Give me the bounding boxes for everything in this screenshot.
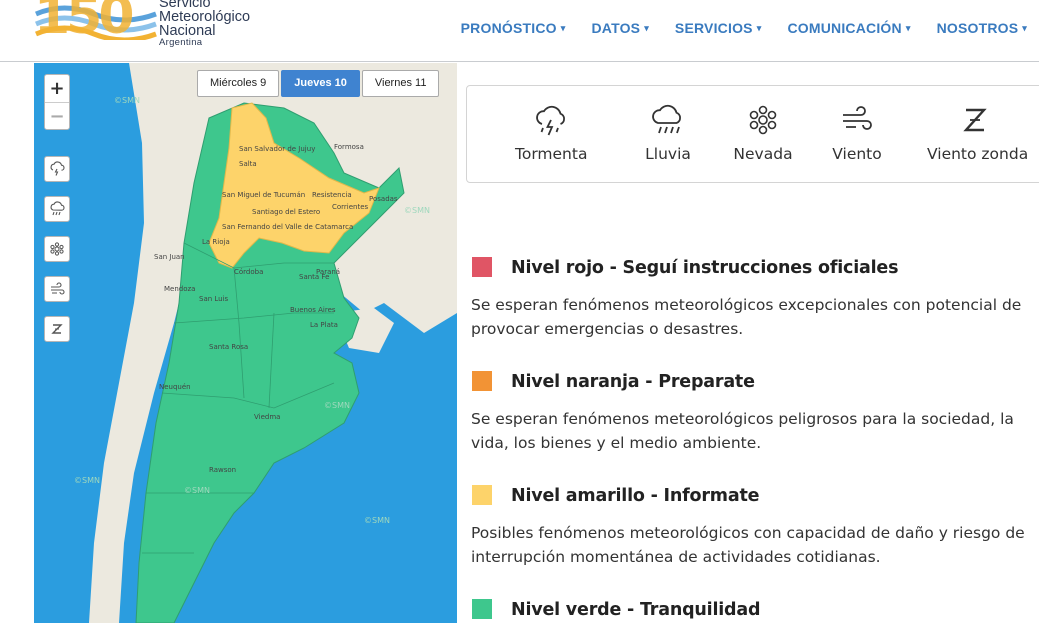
- map-place-label: San Luis: [199, 295, 229, 303]
- map-place-label: Santiago del Estero: [252, 208, 321, 216]
- map-place-label: San Fernando del Valle de Catamarca: [222, 223, 354, 231]
- map-place-label: Posadas: [369, 195, 398, 203]
- map-place-label: Viedma: [254, 413, 281, 421]
- level-title: Nivel amarillo - Informate: [511, 486, 760, 506]
- phenomenon-label: Viento: [832, 145, 882, 163]
- phenomenon-label: Nevada: [733, 145, 793, 163]
- wind-layer-button[interactable]: [44, 276, 70, 302]
- snow-icon: [749, 105, 777, 135]
- map-watermark: ©SMN: [74, 476, 100, 485]
- map-place-label: Formosa: [334, 143, 364, 151]
- level-description: Se esperan fenómenos meteorológicos exce…: [471, 296, 1022, 338]
- map-place-label: Neuquén: [159, 383, 191, 391]
- day-tab-jueves[interactable]: Jueves 10: [281, 70, 360, 97]
- snow-layer-button[interactable]: [44, 236, 70, 262]
- map-place-label: La Plata: [310, 321, 338, 329]
- level-swatch: [472, 257, 492, 277]
- phenomenon-label: Viento zonda: [927, 145, 1029, 163]
- chevron-down-icon: ▾: [644, 23, 649, 33]
- zonda-icon: [51, 324, 63, 334]
- day-selector: Miércoles 9 Jueves 10 Viernes 11: [197, 70, 441, 97]
- logo-line: Argentina: [159, 37, 203, 48]
- level-swatch: [472, 599, 492, 619]
- zoom-out-button[interactable]: −: [45, 102, 69, 129]
- level-description: Se esperan fenómenos meteorológicos peli…: [471, 410, 1014, 452]
- level-title: Nivel naranja - Preparate: [511, 372, 755, 392]
- nav-nosotros[interactable]: NOSOTROS ▾: [923, 20, 1039, 36]
- zonda-layer-button[interactable]: [44, 316, 70, 342]
- map-place-label: San Juan: [154, 253, 185, 261]
- nav-pronostico[interactable]: PRONÓSTICO ▾: [447, 20, 578, 36]
- map-place-label: Santa Rosa: [209, 343, 249, 351]
- chevron-down-icon: ▾: [560, 23, 566, 33]
- phenomenon-viento[interactable]: Viento: [827, 102, 887, 163]
- map-place-label: Rawson: [209, 466, 237, 474]
- chevron-down-icon: ▾: [756, 23, 762, 33]
- nav-label: SERVICIOS: [674, 20, 753, 36]
- site-header: 150 Servicio Meteorológico Nacional Arge…: [0, 0, 1039, 62]
- nav-label: DATOS: [591, 20, 641, 36]
- phenomenon-tormenta[interactable]: Tormenta: [515, 102, 587, 163]
- zoom-control: + −: [44, 74, 70, 130]
- map-watermark: ©SMN: [184, 486, 210, 495]
- level-swatch: [472, 371, 492, 391]
- day-tab-miercoles[interactable]: Miércoles 9: [197, 70, 280, 97]
- wind-icon: [843, 106, 872, 130]
- level-description: Posibles fenómenos meteorológicos con ca…: [471, 524, 1025, 566]
- phenomenon-viento-zonda[interactable]: Viento zonda: [927, 102, 1029, 163]
- map-place-label: La Rioja: [202, 238, 230, 246]
- phenomenon-label: Lluvia: [645, 145, 691, 163]
- smn-logo[interactable]: 150 Servicio Meteorológico Nacional Arge…: [34, 0, 294, 52]
- logo-text: Servicio Meteorológico Nacional Argentin…: [159, 0, 250, 48]
- level-title: Nivel rojo - Seguí instrucciones oficial…: [511, 258, 899, 278]
- day-tab-viernes[interactable]: Viernes 11: [361, 70, 440, 97]
- logo-line: Meteorológico: [159, 9, 251, 25]
- phenomenon-label: Tormenta: [515, 145, 588, 163]
- map-place-label: Corrientes: [332, 203, 369, 211]
- storm-icon: [536, 105, 565, 136]
- phenomenon-nevada[interactable]: Nevada: [729, 102, 797, 163]
- rain-layer-button[interactable]: [44, 196, 70, 222]
- chevron-down-icon: ▾: [1022, 23, 1027, 33]
- nav-comunicacion[interactable]: COMUNICACIÓN ▾: [773, 20, 922, 36]
- level-title: Nivel verde - Tranquilidad: [511, 600, 761, 620]
- nav-datos[interactable]: DATOS ▾: [577, 20, 660, 36]
- zonda-icon: [963, 108, 987, 132]
- storm-icon: [50, 161, 65, 176]
- nav-label: COMUNICACIÓN: [787, 20, 902, 36]
- nav-label: PRONÓSTICO: [460, 20, 557, 36]
- nav-label: NOSOTROS: [936, 20, 1019, 36]
- main-nav: PRONÓSTICO ▾ DATOS ▾ SERVICIOS ▾ COMUNICACI…: [447, 20, 1039, 36]
- nav-servicios[interactable]: SERVICIOS ▾: [661, 20, 774, 36]
- map-place-label: San Miguel de Tucumán: [222, 191, 306, 199]
- map-place-label: Resistencia: [312, 191, 352, 199]
- storm-layer-button[interactable]: [44, 156, 70, 182]
- map-place-label: Córdoba: [234, 268, 264, 276]
- logo-line: Nacional: [159, 23, 216, 39]
- level-swatch: [472, 485, 492, 505]
- alert-map[interactable]: ©SMN ©SMN ©SMN ©SMN ©SMN ©SMN San Salvad…: [34, 63, 457, 623]
- rain-icon: [50, 201, 65, 216]
- map-watermark: ©SMN: [364, 516, 390, 525]
- map-watermark: ©SMN: [404, 206, 430, 215]
- map-place-label: Paraná: [316, 268, 341, 276]
- map-watermark: ©SMN: [114, 96, 140, 105]
- map-place-label: Salta: [239, 160, 257, 168]
- phenomenon-lluvia[interactable]: Lluvia: [635, 102, 701, 163]
- rain-icon: [652, 104, 681, 134]
- map-place-label: Mendoza: [164, 285, 196, 293]
- logo-number: 150: [34, 0, 135, 46]
- snow-icon: [50, 242, 64, 256]
- map-watermark: ©SMN: [324, 401, 350, 410]
- zoom-in-button[interactable]: +: [45, 75, 69, 102]
- map-place-label: San Salvador de Jujuy: [239, 145, 316, 153]
- phenomena-panel: Tormenta Lluvia Nevada Viento Viento zon…: [466, 85, 1039, 183]
- chevron-down-icon: ▾: [905, 23, 911, 33]
- map-place-label: Buenos Aires: [290, 306, 336, 314]
- wind-icon: [51, 282, 65, 295]
